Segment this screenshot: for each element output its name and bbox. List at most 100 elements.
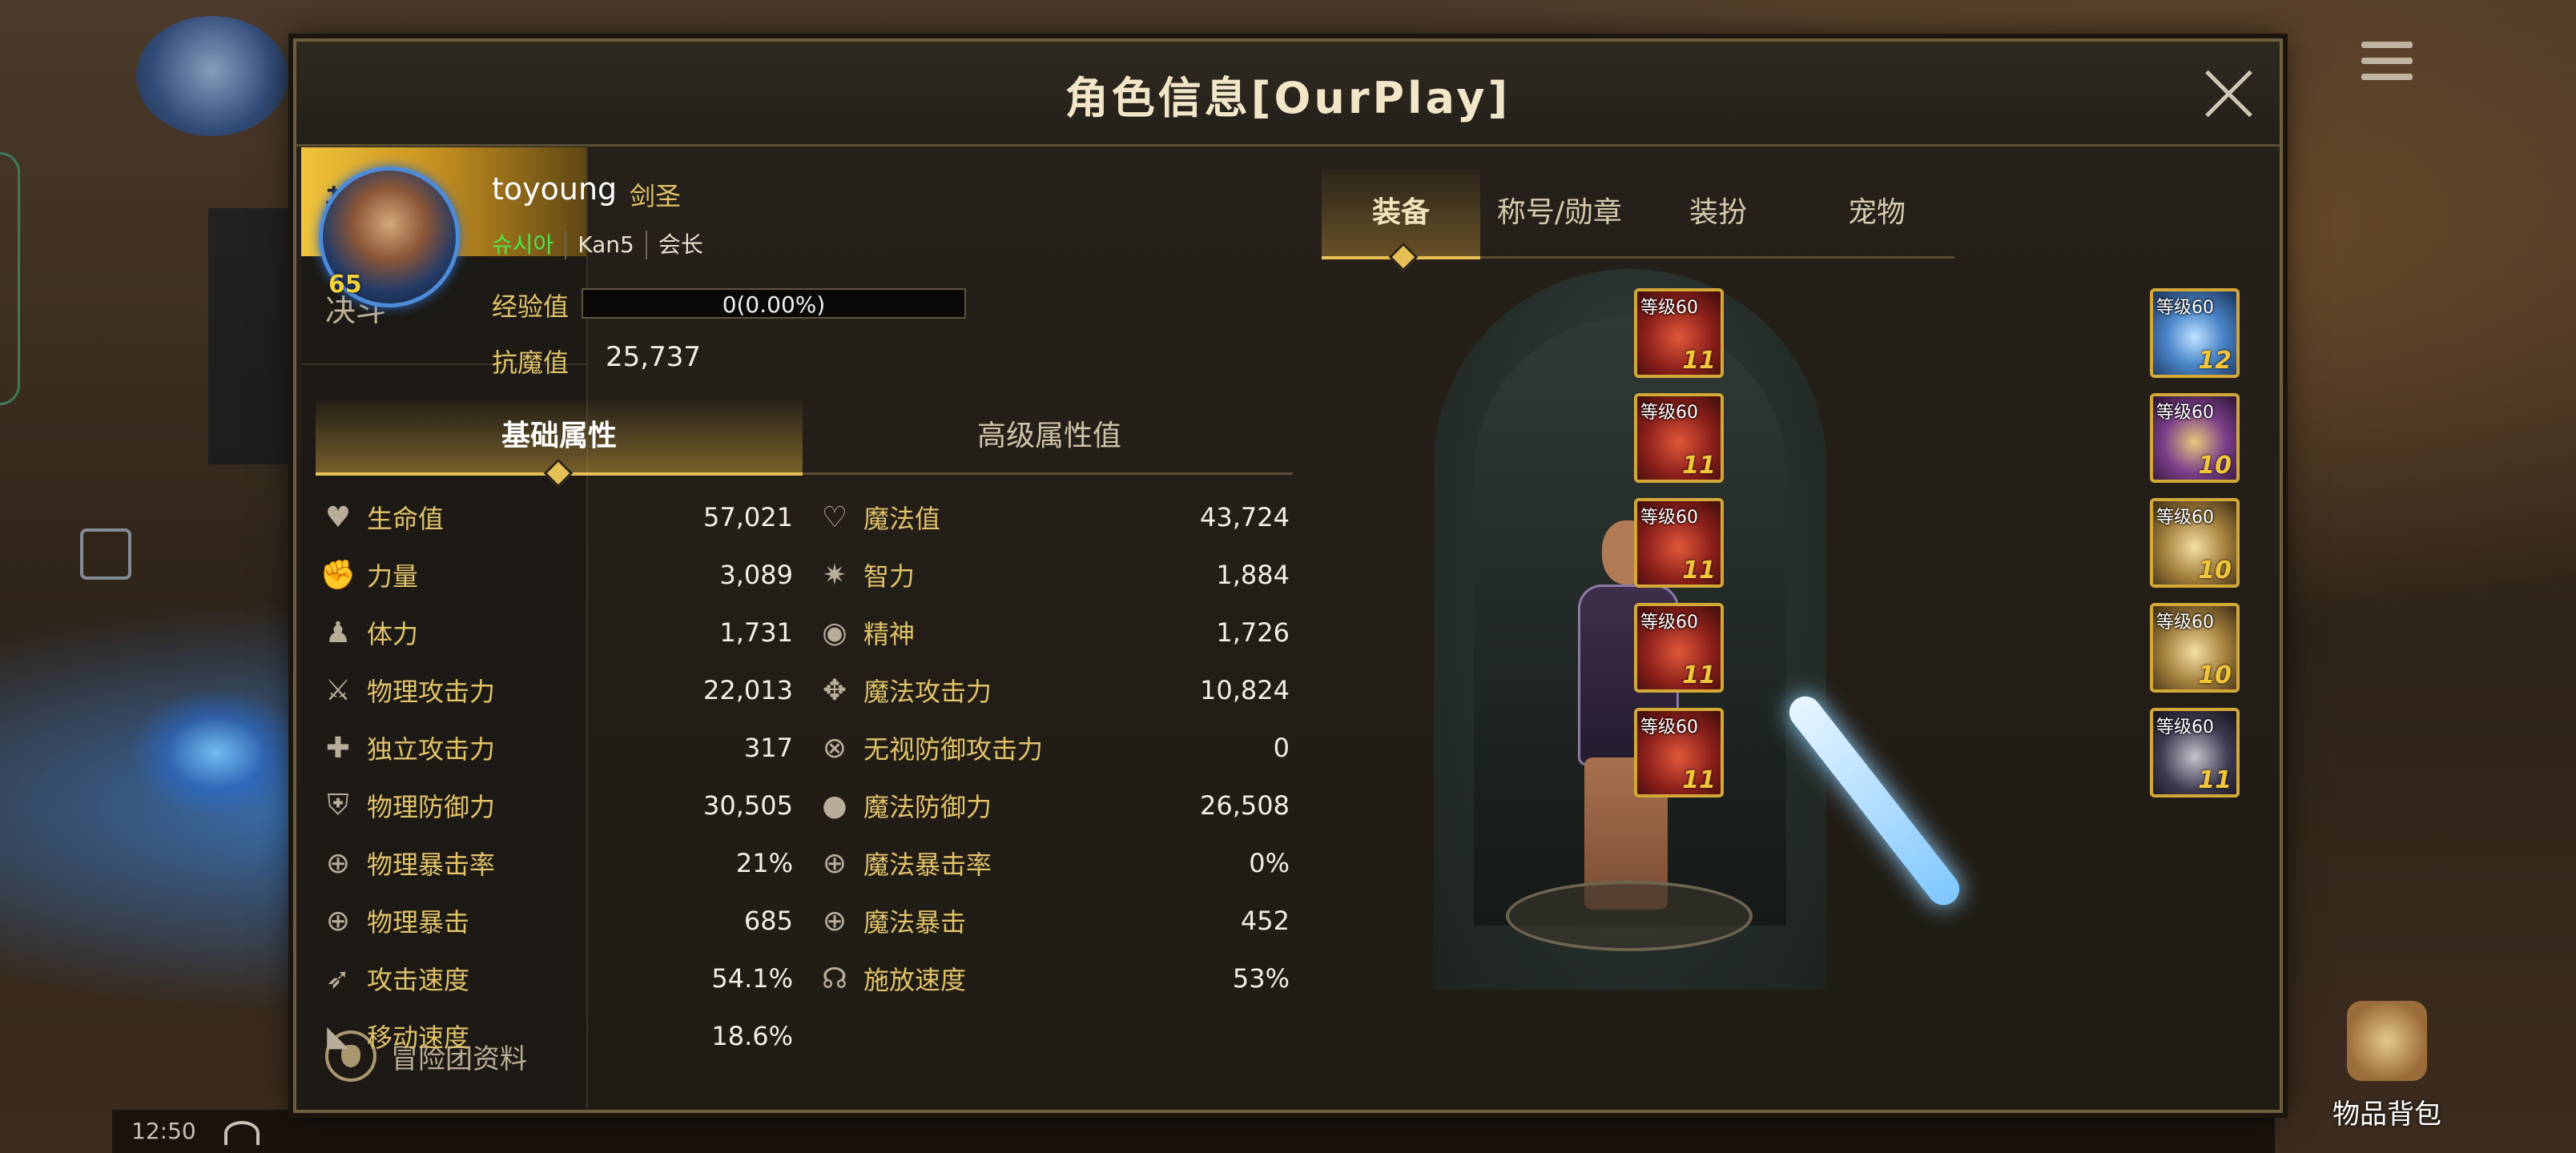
wifi-icon	[224, 1121, 260, 1145]
stat-row: ● 魔法防御力 26,508	[817, 777, 1290, 834]
guild-tag: Kan5	[565, 231, 646, 259]
independent-attack-icon: ✚	[325, 731, 351, 765]
equipment-level: 等级60	[1640, 298, 1698, 318]
equipment-slot[interactable]: 等级60 11	[1634, 603, 1724, 693]
hud-player-portrait[interactable]	[136, 16, 288, 136]
hud-side-handle[interactable]	[0, 152, 20, 405]
stat-row: ⛨ 物理防御力 30,505	[320, 777, 793, 834]
stat-row: ⊕ 物理暴击 685	[320, 892, 793, 950]
exp-text: 0(0.00%)	[722, 291, 826, 318]
stat-label: 智力	[863, 561, 916, 592]
equipment-slot[interactable]: 等级60 11	[1634, 288, 1724, 378]
stat-value: 0	[1273, 733, 1290, 763]
equipment-slot[interactable]: 等级60 11	[2150, 708, 2240, 797]
stat-label: 攻击速度	[367, 965, 470, 995]
crosshair-icon: ⊕	[822, 846, 847, 880]
stat-value: 3,089	[719, 560, 793, 590]
tab-basic-attributes[interactable]: 基础属性	[316, 400, 803, 488]
stat-value: 26,508	[1200, 790, 1290, 821]
equipment-tab-label: 宠物	[1847, 196, 1906, 229]
stat-label: 魔法防御力	[863, 792, 992, 822]
equipment-level: 等级60	[1640, 508, 1698, 528]
stat-value: 10,824	[1200, 675, 1290, 705]
character-class: 剑圣	[630, 181, 682, 211]
stat-label: 魔法暴击	[863, 907, 967, 938]
tab-avatar[interactable]: 装扮	[1639, 170, 1797, 256]
character-level: 65	[328, 271, 362, 299]
intelligence-icon: ✷	[822, 558, 847, 592]
stat-value: 30,505	[703, 790, 793, 821]
tab-advanced-attributes[interactable]: 高级属性值	[806, 400, 1293, 472]
stat-row: ♟ 体力 1,731	[320, 604, 793, 661]
equipment-enhance-level: 11	[1682, 766, 1716, 794]
stat-value: 1,726	[1216, 617, 1290, 648]
server-tag: 슈시아	[492, 231, 554, 258]
hud-menu-icon[interactable]	[2361, 42, 2413, 86]
stat-label: 精神	[863, 619, 916, 649]
eye-icon: ◉	[822, 616, 847, 649]
magic-resist-value: 25,737	[606, 341, 701, 373]
stat-row: ♡ 魔法值 43,724	[817, 488, 1290, 546]
stat-value: 452	[1240, 906, 1290, 936]
equipment-slot[interactable]: 等级60 10	[2150, 603, 2240, 693]
equipment-level: 等级60	[1640, 717, 1698, 737]
magic-attack-icon: ✥	[822, 673, 847, 707]
equipment-level: 等级60	[2156, 403, 2214, 423]
stat-value: 1,884	[1216, 560, 1290, 590]
background-portal	[128, 689, 304, 817]
stat-row: ➶ 攻击速度 54.1%	[320, 950, 793, 1007]
stat-label: 魔法值	[863, 504, 941, 534]
crosshair-icon: ⊕	[325, 904, 351, 938]
orb-icon: ●	[822, 789, 847, 822]
stat-label: 移动速度	[367, 1022, 470, 1053]
character-tags: 슈시아 Kan5 会长	[492, 231, 714, 259]
equipment-level: 等级60	[2156, 613, 2214, 633]
stat-value: 53%	[1232, 963, 1290, 994]
tab-basic-attributes-label: 基础属性	[501, 420, 617, 452]
equipment-enhance-level: 11	[2198, 766, 2232, 794]
dialog-titlebar: 角色信息[OurPlay]	[296, 42, 2280, 147]
stat-row: ✚ 独立攻击力 317	[320, 719, 793, 777]
stat-row: ⚔ 物理攻击力 22,013	[320, 661, 793, 719]
inventory-bag-button[interactable]: 物品背包	[2327, 1001, 2447, 1137]
stat-value: 21%	[735, 848, 793, 878]
stat-label: 物理攻击力	[367, 677, 496, 707]
equipment-enhance-level: 11	[1682, 556, 1716, 585]
character-name: toyoung	[492, 171, 618, 207]
exp-label: 经验值	[492, 291, 570, 322]
tab-equipment[interactable]: 装备	[1322, 170, 1480, 272]
stat-label: 无视防御攻击力	[863, 734, 1044, 765]
tab-pets[interactable]: 宠物	[1797, 170, 1956, 256]
stat-label: 独立攻击力	[367, 734, 496, 765]
exp-bar: 0(0.00%)	[582, 288, 966, 319]
attack-speed-icon: ➶	[325, 962, 351, 995]
close-icon[interactable]	[2201, 66, 2257, 122]
stat-value: 57,021	[703, 502, 793, 532]
equipment-slot[interactable]: 等级60 11	[1634, 393, 1724, 483]
equipment-level: 等级60	[2156, 298, 2214, 318]
hud-bottom-bar: 12:50	[112, 1110, 2275, 1153]
equipment-slot[interactable]: 等级60 11	[1634, 708, 1724, 797]
equipment-slot[interactable]: 等级60 10	[2150, 393, 2240, 483]
crosshair-icon: ⊕	[822, 904, 847, 938]
bag-icon	[2347, 1001, 2427, 1081]
stat-label: 魔法攻击力	[863, 677, 992, 707]
stat-row: ◣ 移动速度 18.6%	[320, 1007, 793, 1065]
equipment-tab-label: 装扮	[1688, 196, 1747, 229]
stat-row: ♥ 生命值 57,021	[320, 488, 793, 546]
stat-value: 18.6%	[711, 1021, 793, 1051]
equipment-level: 等级60	[1640, 403, 1698, 423]
tab-titles-medals[interactable]: 称号/勋章	[1480, 170, 1639, 256]
heart-icon: ♥	[324, 500, 352, 534]
vitality-icon: ♟	[324, 616, 352, 649]
equipment-enhance-level: 12	[2198, 347, 2232, 375]
equipment-enhance-level: 11	[1682, 661, 1716, 689]
equipment-slot[interactable]: 等级60 12	[2150, 288, 2240, 378]
stat-tabs: 基础属性 高级属性值	[316, 400, 1293, 488]
stat-row: ⊗ 无视防御攻击力 0	[817, 719, 1290, 777]
stat-label: 物理暴击	[367, 907, 470, 938]
hud-window-icon[interactable]	[80, 528, 131, 580]
equipment-slot[interactable]: 等级60 11	[1634, 498, 1724, 588]
equipment-slot[interactable]: 等级60 10	[2150, 498, 2240, 588]
stat-value: 0%	[1249, 848, 1290, 878]
